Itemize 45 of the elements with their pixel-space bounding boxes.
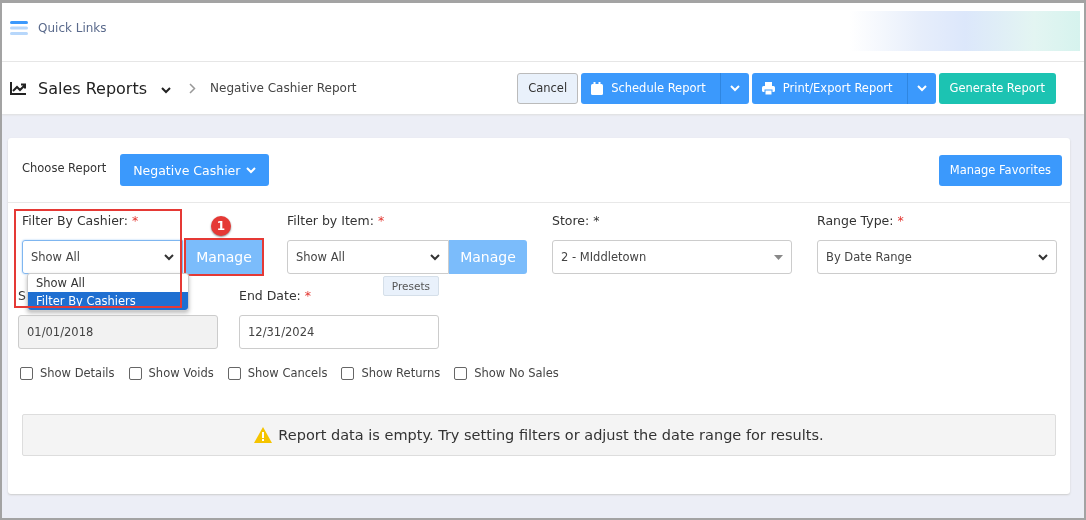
- caret-icon: [916, 84, 927, 92]
- field-label: Filter by Item: *: [287, 213, 385, 230]
- alert-message: Report data is empty. Try setting filters or adjust the date range for results.: [278, 427, 824, 443]
- date-field[interactable]: 12/31/2024: [239, 315, 439, 349]
- section-title: Sales Reports: [38, 78, 148, 98]
- chevron-icon: [246, 166, 257, 174]
- dropdown-toggle[interactable]: [719, 72, 749, 104]
- checkbox[interactable]: [128, 366, 142, 380]
- checkbox-label: Show Voids: [148, 366, 214, 380]
- dropdown-toggle[interactable]: [906, 72, 936, 104]
- checkbox-label: Show Details: [40, 366, 115, 380]
- breadcrumb-separator-icon: [189, 82, 197, 94]
- field-label: Store: *: [552, 213, 600, 230]
- checkbox-label: Show Returns: [361, 366, 441, 380]
- caret-icon: [729, 84, 740, 92]
- breadcrumb: Negative Cashier Report: [210, 81, 357, 95]
- quick-links-link[interactable]: Quick Links: [38, 21, 107, 35]
- cancel-button[interactable]: Cancel: [517, 72, 579, 104]
- dropdown-option[interactable]: Show All: [28, 274, 188, 292]
- calendar-icon: [591, 81, 604, 95]
- menu-icon[interactable]: [10, 21, 28, 35]
- choose-report-label: Choose Report: [22, 161, 107, 175]
- store-select[interactable]: 2 - MIddletown: [552, 240, 792, 274]
- chevron-icon: [1038, 253, 1048, 261]
- field-label: Range Type: *: [817, 213, 904, 230]
- chevron-icon: [164, 253, 174, 261]
- step-badge: 1: [211, 216, 231, 236]
- caret-icon: [774, 254, 783, 260]
- presets-button[interactable]: Presets: [382, 276, 439, 296]
- select-field[interactable]: By Date Range: [817, 240, 1057, 274]
- warning-icon: [254, 427, 273, 443]
- field-label: S: [18, 288, 26, 303]
- checkbox[interactable]: [20, 366, 33, 380]
- checkbox-label: Show Cancels: [247, 366, 328, 380]
- checkbox[interactable]: [454, 366, 468, 380]
- checkbox[interactable]: [227, 366, 241, 380]
- field-label: End Date: *: [239, 288, 312, 303]
- chevron-icon: [430, 253, 440, 261]
- checkbox-label: Show No Sales: [474, 366, 559, 380]
- printer-icon: [761, 81, 775, 95]
- select-field[interactable]: Show All: [287, 240, 449, 274]
- field-label: Filter By Cashier: *: [22, 213, 139, 230]
- chevron-icon: [161, 86, 172, 94]
- chart-icon: [10, 81, 26, 95]
- checkbox[interactable]: [341, 366, 355, 380]
